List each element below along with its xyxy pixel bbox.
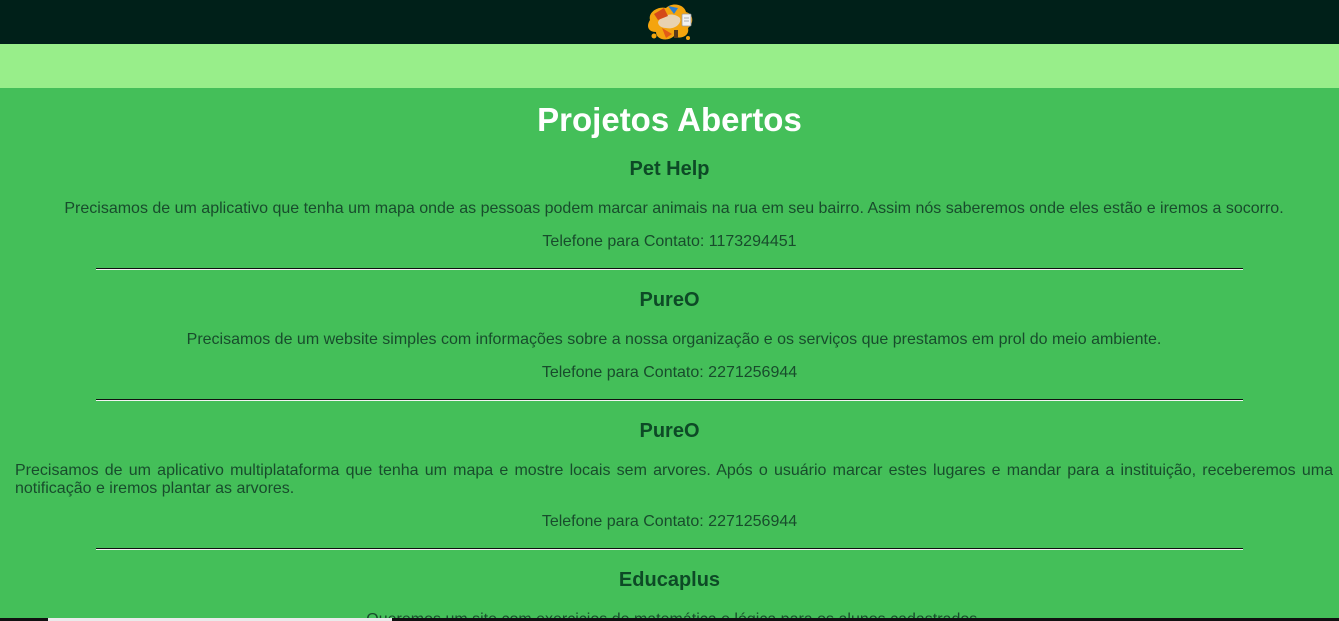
project-card: Pet Help Precisamos de um aplicativo que…: [0, 157, 1339, 270]
divider: [96, 268, 1243, 270]
project-name: PureO: [639, 289, 700, 311]
project-description: Precisamos de um aplicativo que tenha um…: [64, 200, 1284, 217]
project-name: PureO: [639, 420, 700, 442]
project-card: Educaplus Queremos um site com exercicio…: [0, 568, 1339, 621]
project-contact-phone: Telefone para Contato: 1173294451: [542, 233, 797, 250]
project-contact-phone: Telefone para Contato: 2271256944: [541, 364, 798, 381]
project-card: PureO Precisamos de um website simples c…: [0, 288, 1339, 401]
project-description: Precisamos de um website simples com inf…: [186, 331, 1162, 348]
page-title: Projetos Abertos: [537, 101, 802, 138]
divider: [96, 399, 1243, 401]
divider: [96, 548, 1243, 550]
project-name: Pet Help: [629, 158, 710, 180]
project-name: Educaplus: [618, 569, 721, 591]
project-description: Precisamos de um aplicativo multiplatafo…: [15, 462, 1333, 497]
project-contact-phone: Telefone para Contato: 2271256944: [541, 513, 798, 530]
sub-navbar: [0, 44, 1339, 88]
projects-section: Projetos Abertos Pet Help Precisamos de …: [0, 101, 1339, 621]
project-card: PureO Precisamos de um aplicativo multip…: [0, 419, 1339, 550]
paint-splash-logo-icon[interactable]: [644, 0, 696, 44]
top-navbar: [0, 0, 1339, 44]
